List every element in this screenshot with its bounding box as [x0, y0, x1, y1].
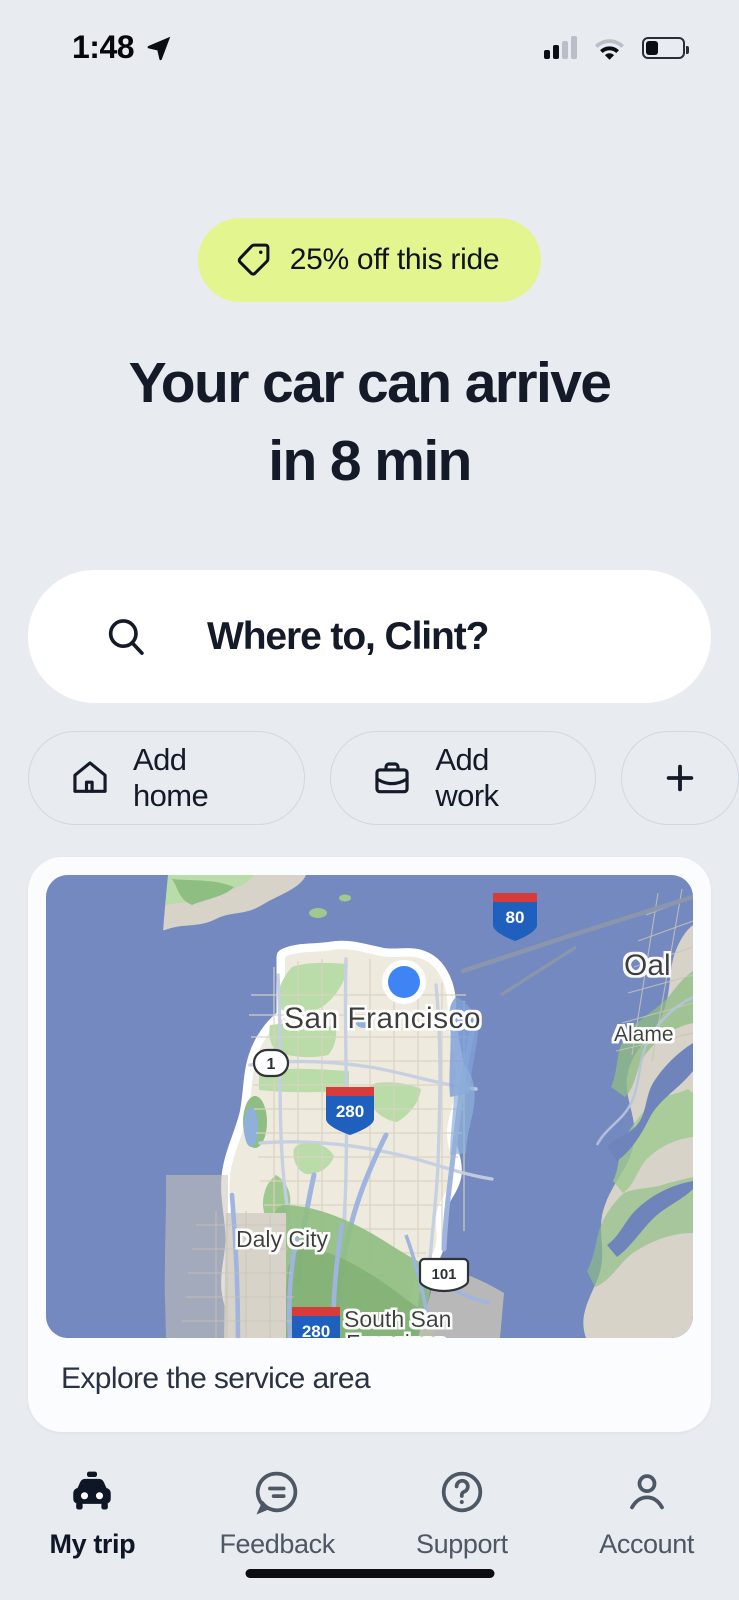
route-shield-1: 1 [252, 1048, 290, 1078]
route-shield-280-lower: 280 [292, 1307, 340, 1338]
map-label-alameda: Alame [614, 1023, 674, 1046]
chip-add-work-label: Add work [435, 742, 499, 813]
chip-add-home-label: Add home [133, 742, 209, 813]
battery-icon [642, 36, 689, 59]
map-label-south-san: South San [344, 1306, 451, 1332]
page-title-line2: in 8 min [268, 429, 472, 494]
nav-label-support: Support [415, 1529, 508, 1559]
home-icon [69, 757, 111, 799]
page-title-line1: Your car can arrive [128, 351, 612, 415]
home-indicator [245, 1569, 494, 1578]
plus-icon [660, 758, 700, 798]
route-shield-101: 101 [418, 1257, 470, 1293]
search-placeholder-text: Where to, Clint? [207, 614, 489, 658]
question-circle-icon [437, 1467, 487, 1517]
map-label-francisco: Francisco [346, 1330, 446, 1338]
card-caption: Explore the service area [61, 1362, 371, 1395]
svg-text:101: 101 [431, 1266, 456, 1283]
location-arrow-icon [144, 33, 174, 63]
map-label-daly-city: Daly City [236, 1226, 329, 1252]
map-label-oakland: Oal [624, 949, 671, 982]
search-icon [103, 614, 149, 660]
service-area-card[interactable]: San Francisco Oal Alame Daly City South … [28, 857, 711, 1432]
feedback-chat-icon [252, 1467, 302, 1517]
status-bar-right [544, 35, 689, 60]
map-graphic: San Francisco Oal Alame Daly City South … [46, 875, 693, 1338]
app-screen: 1:48 25% off this ride Your car can arri… [0, 0, 739, 1600]
car-icon [67, 1467, 117, 1517]
service-area-map[interactable]: San Francisco Oal Alame Daly City South … [46, 875, 693, 1338]
map-label-san-francisco: San Francisco [284, 1002, 481, 1035]
nav-item-feedback[interactable]: Feedback [185, 1467, 370, 1560]
page-title: Your car can arrive in 8 min [0, 344, 739, 500]
user-location-dot [382, 960, 426, 1004]
tag-icon [234, 241, 272, 279]
nav-label-my-trip: My trip [49, 1529, 136, 1559]
svg-text:280: 280 [336, 1102, 364, 1121]
svg-text:1: 1 [267, 1056, 276, 1073]
cellular-signal-icon [544, 35, 577, 59]
chip-add-work[interactable]: Add work [330, 731, 596, 825]
person-icon [622, 1467, 672, 1517]
nav-label-account: Account [599, 1529, 694, 1559]
svg-text:80: 80 [506, 908, 525, 927]
search-input[interactable]: Where to, Clint? [28, 570, 711, 703]
wifi-icon [593, 36, 626, 60]
nav-item-my-trip[interactable]: My trip [0, 1467, 185, 1560]
status-bar: 1:48 [0, 0, 739, 95]
promo-label: 25% off this ride [289, 243, 500, 276]
nav-item-account[interactable]: Account [554, 1467, 739, 1560]
chip-add-place[interactable] [621, 731, 739, 825]
promo-badge[interactable]: 25% off this ride [197, 218, 542, 302]
nav-label-feedback: Feedback [219, 1529, 335, 1559]
chip-add-home[interactable]: Add home [28, 731, 306, 825]
svg-text:280: 280 [302, 1322, 330, 1338]
status-bar-left: 1:48 [72, 29, 174, 66]
quick-actions: Add home Add work [28, 731, 739, 825]
status-time: 1:48 [72, 29, 135, 65]
promo-banner-wrap: 25% off this ride [0, 218, 739, 302]
briefcase-icon [371, 757, 413, 799]
nav-item-support[interactable]: Support [370, 1467, 555, 1560]
